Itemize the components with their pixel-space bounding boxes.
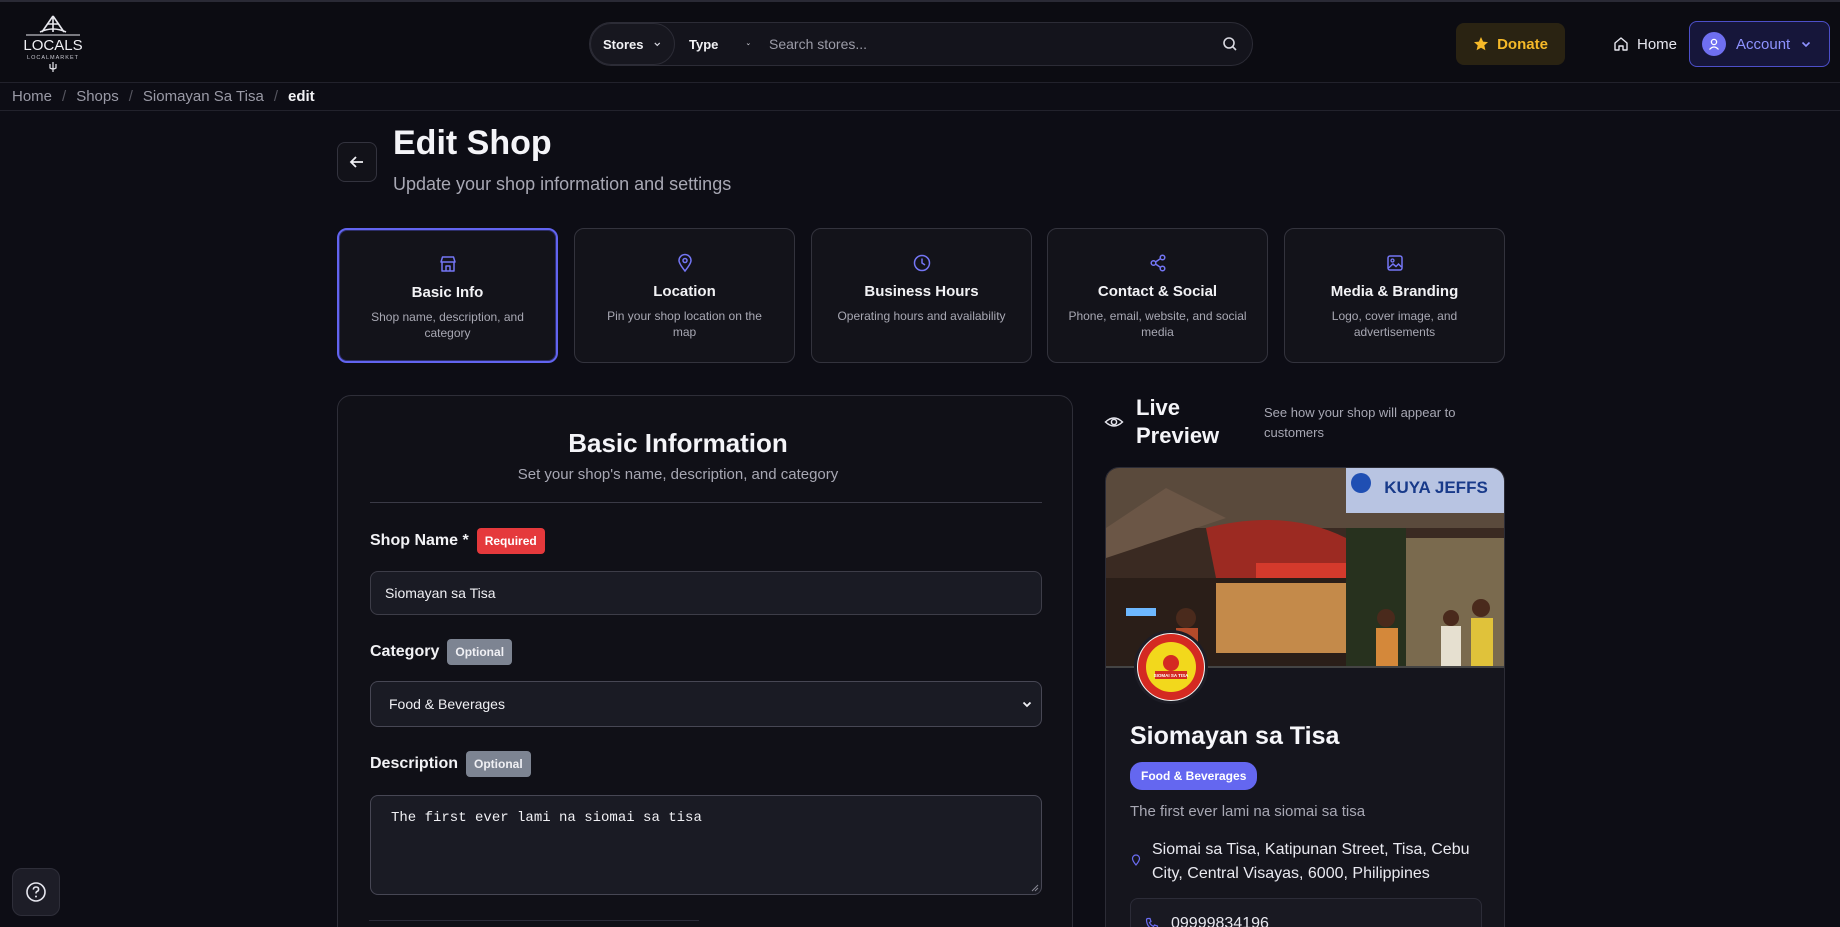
category-label: Category Optional bbox=[370, 639, 513, 665]
description-label-text: Description bbox=[370, 755, 459, 772]
description-label: Description Optional bbox=[370, 751, 531, 777]
tab-title: Location bbox=[653, 283, 716, 300]
cover-sign-text: KUYA JEFFS bbox=[1384, 478, 1488, 497]
tab-media-branding[interactable]: Media & Branding Logo, cover image, and … bbox=[1284, 228, 1505, 363]
preview-phone: 09999834196 bbox=[1130, 898, 1482, 927]
stores-dropdown[interactable]: Stores bbox=[590, 23, 675, 65]
eye-icon bbox=[1104, 417, 1124, 427]
breadcrumb-separator: / bbox=[273, 88, 278, 105]
map-pin-icon bbox=[1131, 854, 1141, 866]
category-value: Food & Beverages bbox=[389, 696, 505, 712]
home-nav-button[interactable]: Home bbox=[1590, 23, 1700, 65]
shop-name-value: Siomayan sa Tisa bbox=[385, 585, 496, 601]
shop-name-label: Shop Name * Required bbox=[370, 528, 545, 554]
basic-information-form: Basic Information Set your shop's name, … bbox=[337, 395, 1073, 927]
home-icon bbox=[1614, 37, 1628, 51]
breadcrumb-shops-link[interactable]: Shops bbox=[76, 88, 119, 105]
tab-title: Contact & Social bbox=[1097, 283, 1218, 300]
tab-description: Logo, cover image, and advertisements bbox=[1331, 309, 1458, 339]
locals-logo[interactable]: LOCALS LOCALMARKET bbox=[20, 12, 86, 76]
optional-badge: Optional bbox=[466, 751, 531, 777]
logo-wordmark: LOCALS bbox=[23, 37, 82, 54]
page-subtitle: Update your shop information and setting… bbox=[393, 174, 732, 194]
resize-handle-icon[interactable] bbox=[1029, 882, 1039, 892]
image-icon bbox=[1386, 255, 1403, 271]
preview-description: The first ever lami na siomai sa tisa bbox=[1130, 803, 1366, 820]
live-preview-subtitle: See how your shop will appear to custome… bbox=[1264, 405, 1456, 440]
preview-address-text: Siomai sa Tisa, Katipunan Street, Tisa, … bbox=[1152, 841, 1470, 882]
breadcrumb-separator: / bbox=[128, 88, 133, 105]
breadcrumb-current: edit bbox=[287, 88, 315, 105]
shop-name-input[interactable]: Siomayan sa Tisa bbox=[370, 571, 1042, 615]
description-value: The first ever lami na siomai sa tisa bbox=[391, 810, 702, 826]
form-divider bbox=[370, 502, 1042, 503]
live-preview-header: Live Preview See how your shop will appe… bbox=[1104, 394, 1464, 450]
description-textarea[interactable]: The first ever lami na siomai sa tisa bbox=[370, 795, 1042, 895]
form-subtitle: Set your shop's name, description, and c… bbox=[517, 466, 839, 483]
tab-business-hours[interactable]: Business Hours Operating hours and avail… bbox=[811, 228, 1032, 363]
search-button[interactable] bbox=[1208, 23, 1252, 65]
logo-badge-text: SIOMAI SA TISA bbox=[1154, 673, 1190, 678]
tab-title: Media & Branding bbox=[1330, 283, 1459, 300]
breadcrumb-separator: / bbox=[62, 88, 67, 105]
map-pin-icon bbox=[677, 253, 692, 273]
chevron-down-icon bbox=[654, 42, 661, 47]
tab-title: Basic Info bbox=[411, 284, 484, 301]
page-title: Edit Shop bbox=[393, 124, 552, 162]
phone-icon bbox=[1145, 917, 1159, 927]
breadcrumb-home-link[interactable]: Home bbox=[12, 88, 52, 105]
star-icon bbox=[1474, 37, 1489, 51]
tab-description: Phone, email, website, and social media bbox=[1068, 309, 1247, 339]
stores-label: Stores bbox=[603, 36, 644, 52]
help-circle-icon bbox=[26, 882, 46, 902]
shop-name-label-text: Shop Name * bbox=[370, 532, 469, 549]
preview-category-badge: Food & Beverages bbox=[1130, 762, 1258, 790]
back-button[interactable] bbox=[337, 142, 377, 182]
shop-logo-image: SIOMAI SA TISA bbox=[1134, 630, 1208, 704]
category-select[interactable]: Food & Beverages bbox=[370, 681, 1042, 727]
tab-title: Business Hours bbox=[864, 283, 979, 300]
search-input[interactable] bbox=[763, 23, 1208, 65]
form-footer-divider bbox=[369, 920, 699, 926]
search-bar: Stores Type bbox=[589, 22, 1253, 66]
chevron-down-icon bbox=[1802, 41, 1811, 48]
donate-label: Donate bbox=[1497, 35, 1548, 53]
account-label: Account bbox=[1736, 35, 1791, 53]
top-navbar: LOCALS LOCALMARKET Stores Type Donate Ho… bbox=[0, 0, 1840, 83]
preview-phone-text: 09999834196 bbox=[1171, 915, 1269, 927]
account-menu-button[interactable]: Account bbox=[1689, 21, 1830, 67]
required-badge: Required bbox=[476, 528, 545, 554]
logo-subtext: LOCALMARKET bbox=[27, 55, 79, 61]
shop-preview-card: KUYA JEFFS SIOMAI SA TISA Siomayan sa Ti… bbox=[1105, 467, 1505, 927]
tab-location[interactable]: Location Pin your shop location on the m… bbox=[574, 228, 795, 363]
search-icon bbox=[1223, 37, 1237, 51]
preview-address: Siomai sa Tisa, Katipunan Street, Tisa, … bbox=[1130, 838, 1482, 886]
tab-basic-info[interactable]: Basic Info Shop name, description, and c… bbox=[337, 228, 558, 363]
tab-contact-social[interactable]: Contact & Social Phone, email, website, … bbox=[1047, 228, 1268, 363]
type-dropdown[interactable]: Type bbox=[675, 23, 763, 65]
home-label: Home bbox=[1636, 35, 1677, 53]
form-title: Basic Information bbox=[568, 428, 788, 458]
breadcrumb: Home / Shops / Siomayan Sa Tisa / edit bbox=[0, 83, 1840, 111]
user-avatar-icon bbox=[1702, 32, 1726, 56]
store-icon bbox=[439, 256, 456, 272]
donate-button[interactable]: Donate bbox=[1456, 23, 1565, 65]
optional-badge: Optional bbox=[447, 639, 513, 665]
breadcrumb-shop-link[interactable]: Siomayan Sa Tisa bbox=[143, 88, 264, 105]
help-button[interactable] bbox=[12, 868, 60, 916]
share-icon bbox=[1149, 254, 1166, 272]
clock-icon bbox=[913, 254, 930, 272]
preview-shop-name: Siomayan sa Tisa bbox=[1130, 722, 1340, 750]
chevron-down-icon bbox=[1022, 701, 1032, 708]
tab-description: Shop name, description, and category bbox=[371, 310, 524, 340]
tab-description: Operating hours and availability bbox=[837, 309, 1006, 323]
arrow-left-icon bbox=[349, 156, 363, 168]
chevron-down-icon bbox=[747, 43, 751, 46]
type-label: Type bbox=[689, 36, 719, 52]
tab-description: Pin your shop location on the map bbox=[607, 309, 762, 339]
live-preview-title: Live Preview bbox=[1136, 395, 1220, 448]
category-label-text: Category bbox=[370, 643, 440, 660]
